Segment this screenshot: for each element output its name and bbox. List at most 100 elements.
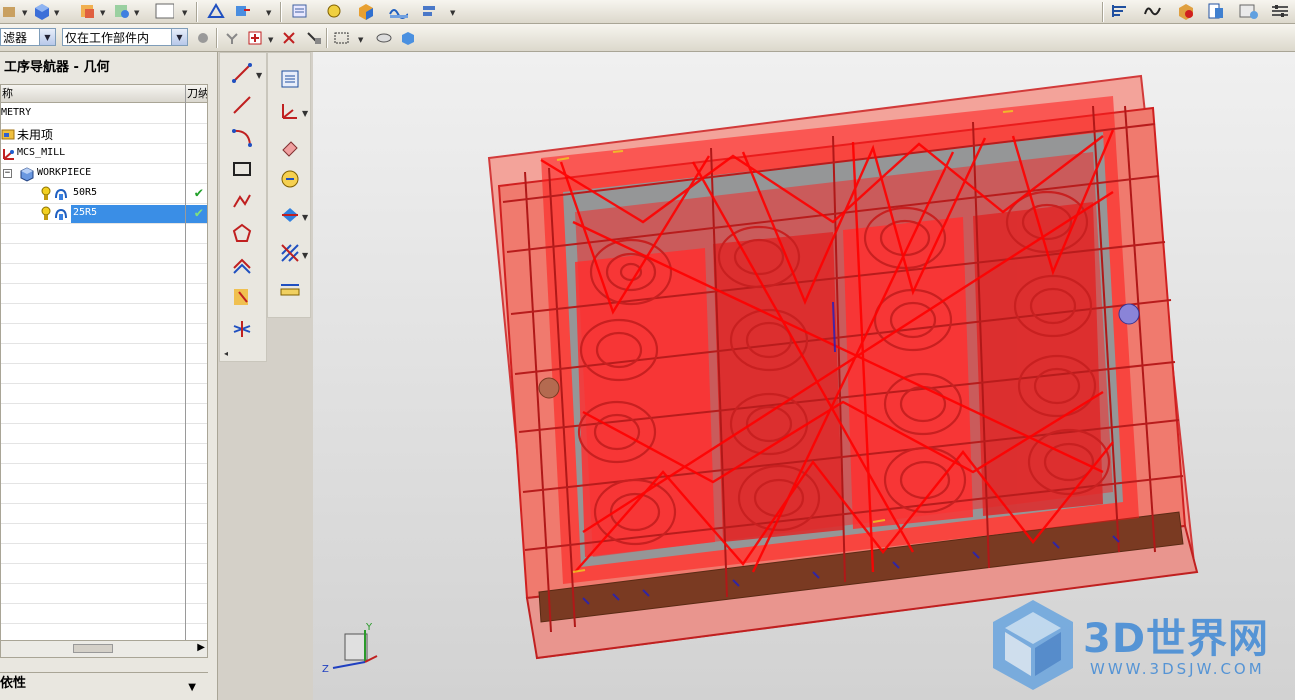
watermark-logo-icon: [993, 600, 1073, 690]
tree-row-label: 25R5: [73, 207, 98, 218]
chevron-down-icon[interactable]: ▼: [39, 29, 55, 45]
tool-icon-1[interactable]: [0, 2, 20, 20]
analysis-palette: ▼ ▼ ▼: [267, 52, 311, 318]
dropdown-arrow-icon[interactable]: ▼: [54, 9, 60, 17]
wcs-icon[interactable]: [278, 99, 302, 123]
move-object-icon[interactable]: [232, 2, 252, 20]
create-operation-icon[interactable]: [420, 2, 440, 20]
toolbar-separator: [280, 2, 282, 22]
dropdown-arrow-icon[interactable]: ▼: [302, 213, 308, 222]
section-view-icon[interactable]: [278, 241, 302, 265]
dropdown-arrow-icon[interactable]: ▼: [450, 9, 456, 17]
transform-icon[interactable]: [206, 2, 226, 20]
quick-pick-icon[interactable]: [304, 29, 324, 47]
tree-empty-row: [1, 244, 207, 264]
column-header-name[interactable]: 称: [1, 85, 185, 103]
intersection-point-icon[interactable]: [280, 29, 300, 47]
check-icon: ✔: [194, 185, 203, 201]
tree-empty-row: [1, 324, 207, 344]
polyline-icon[interactable]: [230, 189, 254, 213]
sync-model-icon[interactable]: [112, 2, 132, 20]
tree-row-label: METRY: [1, 107, 32, 118]
list-info-icon[interactable]: [1238, 2, 1258, 20]
create-geometry-icon[interactable]: [356, 2, 376, 20]
create-program-icon[interactable]: [290, 2, 310, 20]
dropdown-arrow-icon[interactable]: ▼: [100, 9, 106, 17]
point-snap-icon[interactable]: [246, 29, 266, 47]
blank-frame-icon[interactable]: [154, 2, 174, 20]
column-header-tool[interactable]: 刀纳: [185, 85, 207, 103]
dropdown-arrow-icon[interactable]: ▼: [268, 36, 274, 44]
shaded-view-icon[interactable]: [398, 29, 418, 47]
tree-row-operation-25r5[interactable]: 25R5 ✔: [1, 204, 207, 224]
selection-scope-combo[interactable]: 仅在工作部件内 ▼: [62, 28, 188, 46]
polygon-icon[interactable]: [230, 221, 254, 245]
chevron-down-icon[interactable]: ▼: [188, 677, 196, 699]
toolbar-separator: [216, 28, 218, 48]
toolbar-separator: [1102, 2, 1104, 22]
dropdown-arrow-icon[interactable]: ▼: [266, 9, 272, 17]
measure-distance-icon[interactable]: [278, 279, 302, 303]
tree-row-label: MCS_MILL: [17, 147, 66, 158]
project-curve-icon[interactable]: [230, 285, 254, 309]
tree-empty-row: [1, 404, 207, 424]
tree-row-geometry[interactable]: METRY: [1, 104, 207, 124]
dropdown-arrow-icon[interactable]: ▼: [256, 71, 262, 80]
cube-solid-icon[interactable]: [32, 2, 52, 20]
axis-z-label: Z: [322, 664, 329, 675]
post-process-icon[interactable]: [1110, 2, 1130, 20]
verify-toolpath-icon[interactable]: [1142, 2, 1162, 20]
type-filter-label: 滤器: [3, 30, 28, 45]
layer-settings-icon[interactable]: [278, 67, 302, 91]
reset-filter-icon[interactable]: [194, 29, 214, 47]
intersect-curve-icon[interactable]: [230, 317, 254, 341]
line-icon[interactable]: [230, 61, 254, 85]
line-segment-icon[interactable]: [230, 93, 254, 117]
eraser-icon[interactable]: [278, 135, 302, 159]
feature-icon[interactable]: [78, 2, 98, 20]
snap-point-icon[interactable]: [222, 29, 242, 47]
tree-row-label: 50R5: [73, 187, 98, 198]
graphics-viewport[interactable]: Y Z: [313, 52, 1295, 700]
arc-icon[interactable]: [230, 125, 254, 149]
tree-row-mcs-mill[interactable]: MCS_MILL: [1, 144, 207, 164]
tree-empty-row: [1, 424, 207, 444]
palette-more-icon[interactable]: ◂: [224, 349, 228, 358]
column-divider: [185, 85, 186, 643]
tree-empty-row: [1, 484, 207, 504]
navigator-tree[interactable]: 称 刀纳 METRY 未用项 MCS_MILL − WORKPIECE 50R5…: [0, 84, 208, 644]
mold-model-render: [332, 74, 1199, 690]
rectangle-select-icon[interactable]: [332, 29, 352, 47]
toolbar-options-icon[interactable]: [1270, 2, 1290, 20]
tree-empty-row: [1, 544, 207, 564]
tree-row-unused[interactable]: 未用项: [1, 124, 207, 144]
navigator-horizontal-scrollbar[interactable]: ▶: [0, 640, 208, 658]
scroll-right-icon[interactable]: ▶: [197, 642, 205, 653]
dropdown-arrow-icon[interactable]: ▼: [302, 251, 308, 260]
tree-empty-row: [1, 444, 207, 464]
view-orient-icon[interactable]: [278, 203, 302, 227]
scrollbar-thumb[interactable]: [73, 644, 113, 653]
offset-curve-icon[interactable]: [230, 253, 254, 277]
dropdown-arrow-icon[interactable]: ▼: [182, 9, 188, 17]
dependencies-panel-header[interactable]: 依性 ▼: [0, 672, 208, 696]
edit-parameters-icon[interactable]: [278, 167, 302, 191]
dependencies-label: 依性: [0, 676, 27, 691]
create-method-icon[interactable]: [388, 2, 408, 20]
tree-row-operation-50r5[interactable]: 50R5 ✔: [1, 184, 207, 204]
dropdown-arrow-icon[interactable]: ▼: [134, 9, 140, 17]
create-tool-icon[interactable]: [324, 2, 344, 20]
rectangle-icon[interactable]: [230, 157, 254, 181]
collapse-toggle-icon[interactable]: −: [3, 169, 12, 178]
dropdown-arrow-icon[interactable]: ▼: [22, 9, 28, 17]
show-hide-icon[interactable]: [374, 29, 394, 47]
output-cls-icon[interactable]: [1206, 2, 1226, 20]
dropdown-arrow-icon[interactable]: ▼: [302, 109, 308, 118]
mcs-icon: [1, 146, 17, 165]
tree-row-workpiece[interactable]: − WORKPIECE: [1, 164, 207, 184]
type-filter-combo[interactable]: 滤器 ▼: [0, 28, 56, 46]
navigator-title: 工序导航器 - 几何: [4, 60, 110, 75]
shop-docs-icon[interactable]: [1176, 2, 1196, 20]
dropdown-arrow-icon[interactable]: ▼: [358, 36, 364, 44]
chevron-down-icon[interactable]: ▼: [171, 29, 187, 45]
